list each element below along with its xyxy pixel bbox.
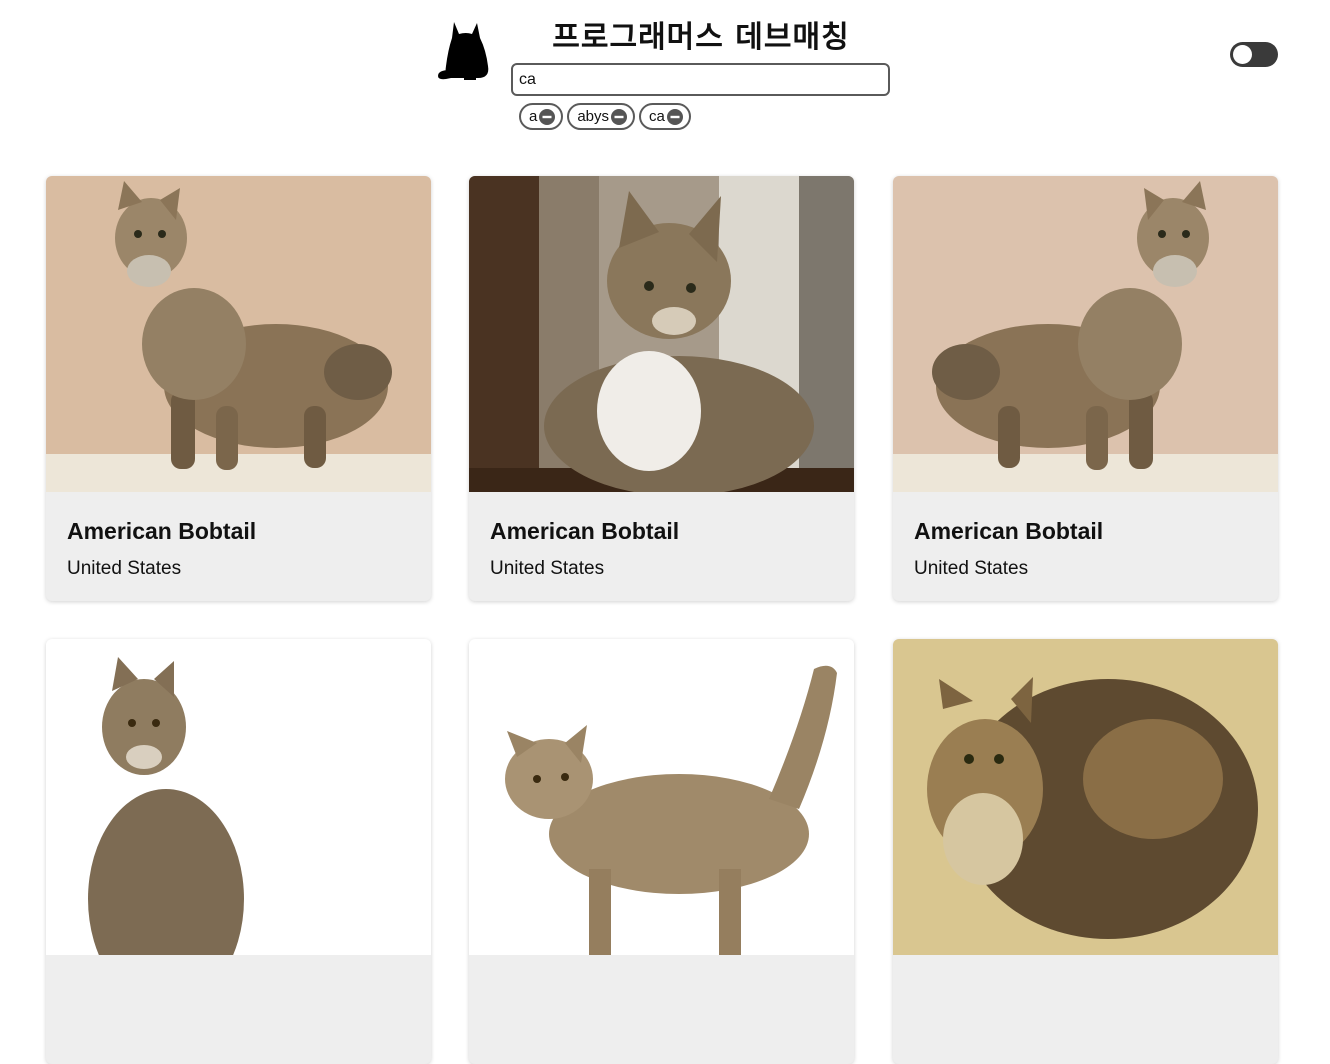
page-title: 프로그래머스 데브매칭 [552,20,850,55]
cat-card[interactable] [469,639,854,1064]
breed-origin: United States [67,558,182,579]
cat-card[interactable]: American Bobtail United States [893,176,1278,601]
breed-name: American Bobtail [914,518,1104,544]
minus-circle-icon[interactable] [539,108,556,125]
recent-keywords: a abys ca [519,103,691,130]
breed-name: American Bobtail [67,518,257,544]
cat-photo[interactable] [469,639,854,955]
keyword-chip[interactable]: abys [567,103,636,130]
keyword-label[interactable]: ca [649,108,665,125]
cat-card[interactable]: American Bobtail United States [46,176,431,601]
card-info [893,955,1278,1064]
breed-origin: United States [914,558,1029,579]
card-info [469,955,854,1064]
minus-circle-icon[interactable] [666,108,683,125]
cat-photo[interactable] [893,176,1278,492]
card-info [46,955,431,1064]
black-cat-icon [438,22,489,80]
minus-circle-icon[interactable] [611,108,628,125]
cat-photo[interactable] [469,176,854,492]
theme-toggle[interactable] [1230,42,1278,67]
toggle-knob[interactable] [1233,45,1252,64]
card-info: American Bobtail United States [893,492,1278,601]
cat-photo[interactable] [46,639,431,955]
keyword-chip[interactable]: ca [639,103,691,130]
cat-card[interactable]: American Bobtail United States [469,176,854,601]
card-info: American Bobtail United States [469,492,854,601]
cat-photo[interactable] [46,176,431,492]
cat-photo[interactable] [893,639,1278,955]
keyword-label[interactable]: abys [577,108,609,125]
cat-card[interactable] [46,639,431,1064]
breed-name: American Bobtail [490,518,680,544]
cat-card[interactable] [893,639,1278,1064]
keyword-chip[interactable]: a [519,103,564,130]
keyword-label[interactable]: a [529,108,537,125]
header: 프로그래머스 데브매칭 a abys ca [0,0,1330,150]
breed-origin: United States [490,558,605,579]
search-input[interactable] [511,63,890,96]
card-info: American Bobtail United States [46,492,431,601]
